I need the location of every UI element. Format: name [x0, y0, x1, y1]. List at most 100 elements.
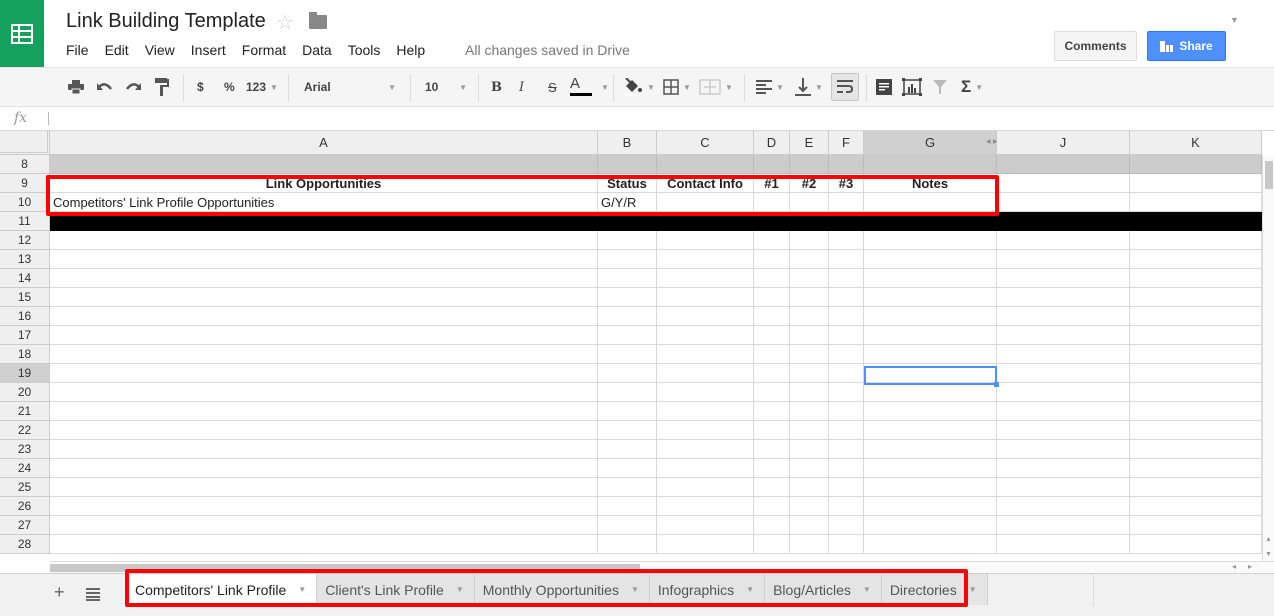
cell-J10[interactable]: [997, 193, 1130, 212]
cell-A24[interactable]: [50, 459, 598, 478]
cell-E9[interactable]: #2: [790, 174, 829, 193]
cell-C19[interactable]: [657, 364, 754, 383]
text-wrap-button[interactable]: [831, 73, 859, 101]
cell-K25[interactable]: [1130, 478, 1262, 497]
cell-J28[interactable]: [997, 535, 1130, 554]
cell-C22[interactable]: [657, 421, 754, 440]
document-title[interactable]: Link Building Template: [66, 10, 266, 33]
chevron-down-icon[interactable]: ▼: [969, 585, 977, 594]
cell-K13[interactable]: [1130, 250, 1262, 269]
cell-D24[interactable]: [754, 459, 790, 478]
cell-E8[interactable]: [790, 155, 829, 174]
row-header-11[interactable]: 11: [0, 212, 50, 231]
cell-G10[interactable]: [864, 193, 997, 212]
cell-B8[interactable]: [598, 155, 657, 174]
menu-data[interactable]: Data: [302, 42, 332, 58]
cell-C17[interactable]: [657, 326, 754, 345]
cell-K24[interactable]: [1130, 459, 1262, 478]
cell-B20[interactable]: [598, 383, 657, 402]
percent-format-button[interactable]: %: [224, 76, 235, 98]
cell-F11[interactable]: [829, 212, 864, 231]
cell-F13[interactable]: [829, 250, 864, 269]
sheet-tab[interactable]: Client's Link Profile ▼: [317, 574, 475, 605]
cell-G13[interactable]: [864, 250, 997, 269]
cell-B23[interactable]: [598, 440, 657, 459]
cell-K20[interactable]: [1130, 383, 1262, 402]
column-header-B[interactable]: B: [598, 131, 657, 155]
borders-button[interactable]: ▼: [663, 76, 691, 98]
cell-J27[interactable]: [997, 516, 1130, 535]
cell-K17[interactable]: [1130, 326, 1262, 345]
select-all-corner[interactable]: [0, 131, 50, 155]
column-header-C[interactable]: C: [657, 131, 754, 155]
font-family-dropdown[interactable]: Arial ▼: [304, 76, 396, 98]
chevron-down-icon[interactable]: ▼: [863, 585, 871, 594]
cell-A22[interactable]: [50, 421, 598, 440]
cell-J19[interactable]: [997, 364, 1130, 383]
cell-D17[interactable]: [754, 326, 790, 345]
cell-K9[interactable]: [1130, 174, 1262, 193]
cell-G22[interactable]: [864, 421, 997, 440]
cell-C25[interactable]: [657, 478, 754, 497]
cell-C16[interactable]: [657, 307, 754, 326]
cell-F23[interactable]: [829, 440, 864, 459]
cell-J9[interactable]: [997, 174, 1130, 193]
paint-format-icon[interactable]: [155, 76, 169, 98]
cell-A13[interactable]: [50, 250, 598, 269]
cell-F16[interactable]: [829, 307, 864, 326]
cell-D27[interactable]: [754, 516, 790, 535]
star-icon[interactable]: ☆: [276, 10, 294, 35]
hidden-columns-arrows-icon[interactable]: ◂ ▸: [986, 136, 998, 147]
cell-K22[interactable]: [1130, 421, 1262, 440]
cell-C23[interactable]: [657, 440, 754, 459]
row-header-12[interactable]: 12: [0, 231, 50, 250]
cell-E17[interactable]: [790, 326, 829, 345]
cell-F9[interactable]: #3: [829, 174, 864, 193]
spreadsheet-grid[interactable]: A B C D E F G J K ◂ ▸ 8 9 Link Opportunities Status Co…: [0, 131, 1262, 561]
row-header-15[interactable]: 15: [0, 288, 50, 307]
cell-F15[interactable]: [829, 288, 864, 307]
cell-D8[interactable]: [754, 155, 790, 174]
share-button[interactable]: Share: [1147, 31, 1226, 61]
cell-J15[interactable]: [997, 288, 1130, 307]
cell-G14[interactable]: [864, 269, 997, 288]
cell-E21[interactable]: [790, 402, 829, 421]
cell-F14[interactable]: [829, 269, 864, 288]
cell-C20[interactable]: [657, 383, 754, 402]
cell-C15[interactable]: [657, 288, 754, 307]
row-header-28[interactable]: 28: [0, 535, 50, 554]
cell-E19[interactable]: [790, 364, 829, 383]
cell-F17[interactable]: [829, 326, 864, 345]
sheets-logo[interactable]: [0, 0, 44, 67]
selected-cell-G19[interactable]: [864, 366, 997, 385]
row-header-23[interactable]: 23: [0, 440, 50, 459]
merge-cells-button[interactable]: ▼: [699, 76, 733, 98]
sheet-tab[interactable]: Competitors' Link Profile ▼: [127, 574, 318, 605]
cell-D28[interactable]: [754, 535, 790, 554]
horizontal-scrollbar[interactable]: ◂ ▸: [50, 561, 1274, 573]
cell-G9[interactable]: Notes: [864, 174, 997, 193]
column-header-G[interactable]: G: [864, 131, 997, 155]
cell-B9[interactable]: Status: [598, 174, 657, 193]
cell-A16[interactable]: [50, 307, 598, 326]
menu-format[interactable]: Format: [242, 42, 286, 58]
cell-B16[interactable]: [598, 307, 657, 326]
cell-G17[interactable]: [864, 326, 997, 345]
menu-insert[interactable]: Insert: [191, 42, 226, 58]
cell-K11[interactable]: [1130, 212, 1262, 231]
cell-D10[interactable]: [754, 193, 790, 212]
cell-D22[interactable]: [754, 421, 790, 440]
sheet-tab[interactable]: Blog/Articles ▼: [765, 574, 882, 605]
cell-J14[interactable]: [997, 269, 1130, 288]
bold-button[interactable]: B: [491, 76, 502, 98]
row-header-8[interactable]: 8: [0, 155, 50, 174]
cell-D19[interactable]: [754, 364, 790, 383]
cell-G21[interactable]: [864, 402, 997, 421]
cell-G11[interactable]: [864, 212, 997, 231]
cell-J23[interactable]: [997, 440, 1130, 459]
cell-D21[interactable]: [754, 402, 790, 421]
column-header-F[interactable]: F: [829, 131, 864, 155]
redo-icon[interactable]: [125, 76, 141, 98]
add-sheet-button[interactable]: +: [54, 582, 65, 603]
cell-A9[interactable]: Link Opportunities: [50, 174, 598, 193]
